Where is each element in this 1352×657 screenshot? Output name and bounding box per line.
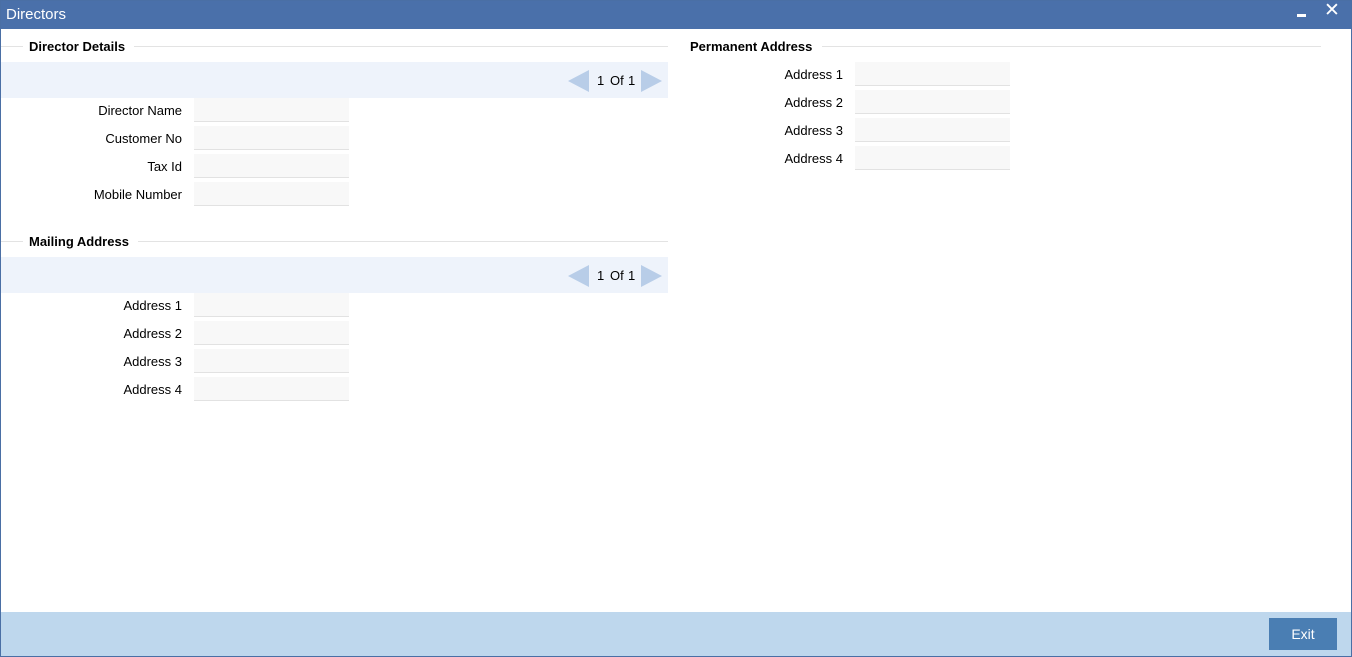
pager-total: 1 xyxy=(628,73,636,88)
customer-no-field[interactable] xyxy=(194,126,349,150)
director-details-title: Director Details xyxy=(29,39,126,54)
mailing-address-4-field[interactable] xyxy=(194,377,349,401)
title-bar: Directors ✕ xyxy=(1,0,1351,29)
previous-arrow-icon[interactable] xyxy=(568,265,589,287)
director-name-field[interactable] xyxy=(194,98,349,122)
directors-window: Directors ✕ Director Details 1 Of 1 Dire… xyxy=(0,0,1352,657)
mailing-address-1-label: Address 1 xyxy=(123,298,182,313)
permanent-address-title: Permanent Address xyxy=(690,39,813,54)
section-divider xyxy=(1,46,23,47)
mailing-address-3-label: Address 3 xyxy=(123,354,182,369)
minimize-icon[interactable] xyxy=(1295,7,1309,23)
mobile-number-label: Mobile Number xyxy=(93,187,182,202)
tax-id-label: Tax Id xyxy=(147,159,182,174)
tax-id-field[interactable] xyxy=(194,154,349,178)
permanent-address-4-label: Address 4 xyxy=(784,151,843,166)
permanent-address-3-field[interactable] xyxy=(855,118,1010,142)
mailing-address-2-field[interactable] xyxy=(194,321,349,345)
section-divider xyxy=(138,241,668,242)
previous-arrow-icon[interactable] xyxy=(568,70,589,92)
mailing-address-3-field[interactable] xyxy=(194,349,349,373)
pager-current: 1 xyxy=(597,73,605,88)
permanent-address-1-field[interactable] xyxy=(855,62,1010,86)
mailing-address-2-label: Address 2 xyxy=(123,326,182,341)
mobile-number-field[interactable] xyxy=(194,182,349,206)
permanent-address-2-field[interactable] xyxy=(855,90,1010,114)
customer-no-label: Customer No xyxy=(105,131,182,146)
permanent-address-3-label: Address 3 xyxy=(784,123,843,138)
next-arrow-icon[interactable] xyxy=(641,265,662,287)
director-pager-bar: 1 Of 1 xyxy=(1,62,668,98)
mailing-pager-bar: 1 Of 1 xyxy=(1,257,668,293)
mailing-address-1-field[interactable] xyxy=(194,293,349,317)
mailing-address-4-label: Address 4 xyxy=(123,382,182,397)
director-name-label: Director Name xyxy=(98,103,182,118)
close-icon[interactable]: ✕ xyxy=(1323,0,1341,20)
pager-current: 1 xyxy=(597,268,605,283)
permanent-address-4-field[interactable] xyxy=(855,146,1010,170)
window-title: Directors xyxy=(6,6,67,23)
permanent-address-1-label: Address 1 xyxy=(784,67,843,82)
exit-button[interactable]: Exit xyxy=(1269,618,1337,650)
section-divider xyxy=(134,46,668,47)
section-divider xyxy=(822,46,1321,47)
footer-bar: Exit xyxy=(1,612,1351,656)
pager-total: 1 xyxy=(628,268,636,283)
next-arrow-icon[interactable] xyxy=(641,70,662,92)
permanent-address-2-label: Address 2 xyxy=(784,95,843,110)
section-divider xyxy=(1,241,23,242)
mailing-address-title: Mailing Address xyxy=(29,234,129,249)
pager-of-label: Of xyxy=(610,268,624,283)
pager-of-label: Of xyxy=(610,73,624,88)
